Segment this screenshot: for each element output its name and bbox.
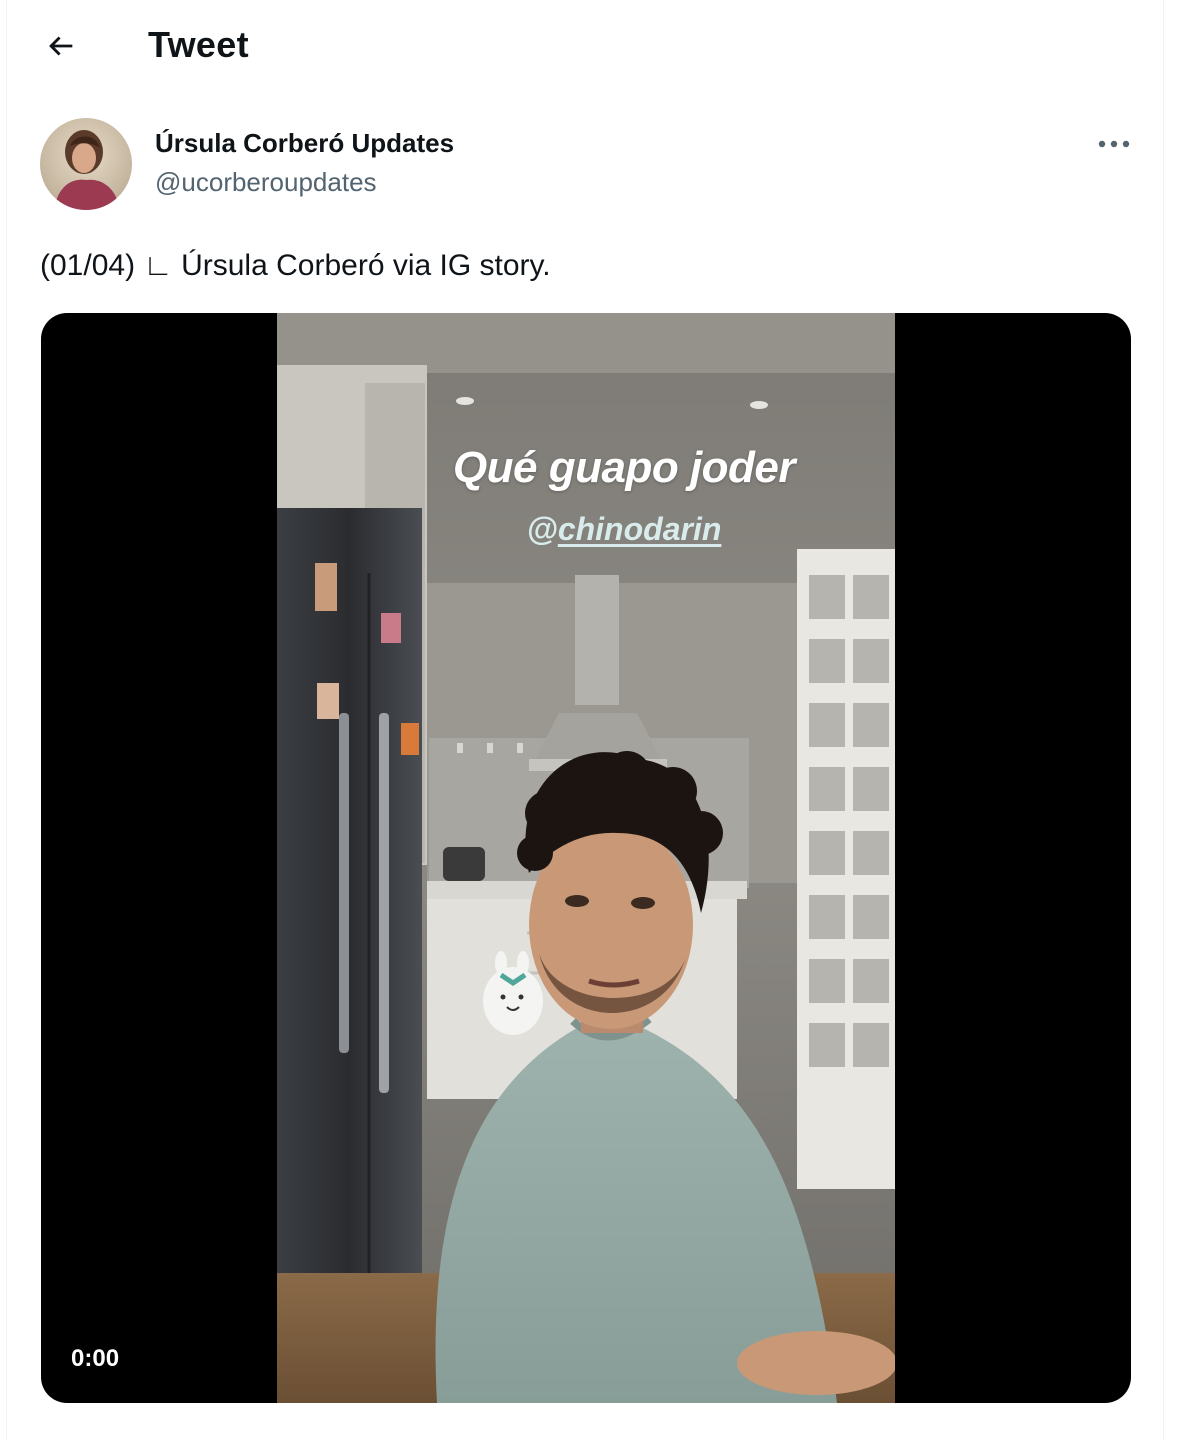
author-display-name[interactable]: Úrsula Corberó Updates <box>155 126 454 160</box>
story-mention-at: @ <box>526 511 558 547</box>
header: Tweet <box>7 0 1163 90</box>
author-handle[interactable]: @ucorberoupdates <box>155 165 377 199</box>
ellipsis-icon <box>1098 140 1130 148</box>
back-button[interactable] <box>37 22 85 70</box>
avatar[interactable] <box>40 118 132 210</box>
tweet-detail-page: Tweet Úrsula Corberó Updates @ucorberoup… <box>6 0 1164 1440</box>
arrow-left-icon <box>49 36 73 56</box>
more-options-button[interactable] <box>1089 122 1139 166</box>
video-player[interactable]: Qué guapo joder @chinodarin 0:00 <box>41 313 1131 1403</box>
video-frame[interactable]: Qué guapo joder @chinodarin <box>277 313 895 1403</box>
avatar-image <box>40 118 132 210</box>
page-title: Tweet <box>148 24 249 65</box>
tweet-text: (01/04) ∟ Úrsula Corberó via IG story. <box>40 249 551 282</box>
video-time: 0:00 <box>71 1345 120 1372</box>
story-mention-name: chinodarin <box>557 511 722 547</box>
story-mention: @chinodarin <box>315 511 895 548</box>
story-caption: Qué guapo joder <box>452 443 796 492</box>
